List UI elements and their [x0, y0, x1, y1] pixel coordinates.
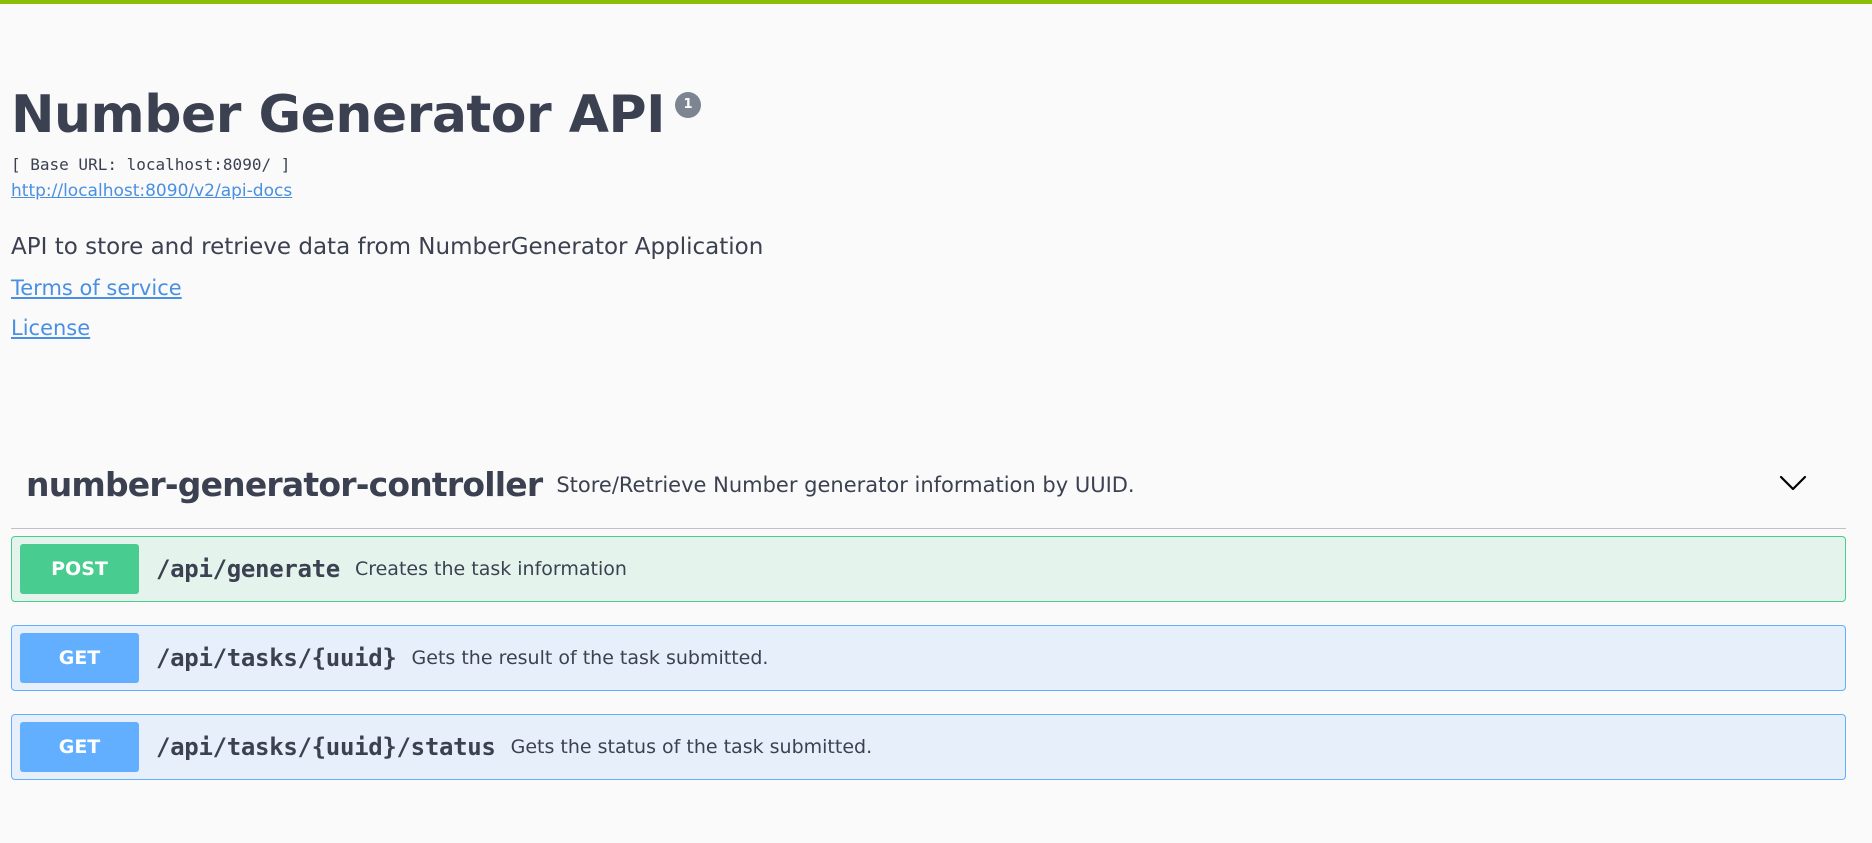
title-row: Number Generator API 1	[11, 80, 1851, 150]
terms-of-service-link[interactable]: Terms of service	[11, 274, 1851, 302]
operation-get-task[interactable]: GET /api/tasks/{uuid} Gets the result of…	[11, 625, 1846, 691]
operation-path: /api/tasks/{uuid}/status	[156, 733, 496, 761]
method-badge: POST	[20, 544, 139, 594]
version-badge: 1	[674, 92, 701, 118]
method-badge: GET	[20, 722, 139, 772]
tag-section: number-generator-controller Store/Retrie…	[11, 440, 1846, 780]
operation-get-task-status[interactable]: GET /api/tasks/{uuid}/status Gets the st…	[11, 714, 1846, 780]
top-accent-bar	[0, 0, 1872, 4]
api-description: API to store and retrieve data from Numb…	[11, 234, 764, 260]
license-link[interactable]: License	[11, 314, 1851, 342]
base-url: [ Base URL: localhost:8090/ ]	[11, 155, 291, 174]
operation-path: /api/tasks/{uuid}	[156, 644, 397, 672]
operation-summary: Gets the status of the task submitted.	[510, 736, 873, 758]
operation-summary: Gets the result of the task submitted.	[411, 647, 769, 669]
tag-name: number-generator-controller	[26, 464, 543, 504]
api-info: Number Generator API 1 [ Base URL: local…	[11, 80, 1851, 342]
operation-post-generate[interactable]: POST /api/generate Creates the task info…	[11, 536, 1846, 602]
chevron-down-icon[interactable]	[1778, 468, 1808, 498]
operation-path: /api/generate	[156, 555, 340, 583]
method-badge: GET	[20, 633, 139, 683]
operation-summary: Creates the task information	[354, 558, 627, 580]
tag-description: Store/Retrieve Number generator informat…	[556, 473, 1135, 497]
api-title: Number Generator API	[11, 85, 665, 145]
tag-header[interactable]: number-generator-controller Store/Retrie…	[11, 440, 1846, 529]
api-docs-link[interactable]: http://localhost:8090/v2/api-docs	[11, 180, 292, 202]
